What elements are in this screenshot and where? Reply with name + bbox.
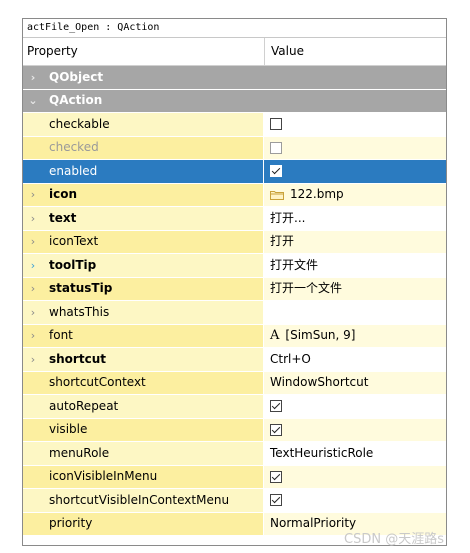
property-row-icon[interactable]: › icon 122.bmp xyxy=(23,183,446,207)
autorepeat-checkbox[interactable] xyxy=(270,400,282,413)
property-name: iconText xyxy=(49,234,99,249)
object-name-bar: actFile_Open : QAction xyxy=(23,19,446,38)
property-row-checked[interactable]: checked xyxy=(23,136,446,160)
property-header: Property Value xyxy=(23,38,446,66)
property-row-autorepeat[interactable]: autoRepeat xyxy=(23,395,446,419)
group-label: QObject xyxy=(49,69,104,84)
chevron-right-icon[interactable]: › xyxy=(23,324,43,347)
property-value[interactable]: Ctrl+O xyxy=(270,348,311,371)
checked-checkbox xyxy=(270,141,282,154)
font-icon: A xyxy=(270,328,280,344)
property-name: checked xyxy=(49,140,99,155)
chevron-right-icon[interactable]: › xyxy=(23,301,43,324)
checkable-checkbox[interactable] xyxy=(270,118,282,131)
property-row-shortcutvisibleincontextmenu[interactable]: shortcutVisibleInContextMenu xyxy=(23,489,446,513)
chevron-right-icon[interactable]: › xyxy=(23,348,43,371)
property-name: shortcutVisibleInContextMenu xyxy=(49,492,230,507)
property-name: shortcutContext xyxy=(49,375,146,390)
chevron-right-icon[interactable]: › xyxy=(23,277,43,300)
chevron-right-icon[interactable]: › xyxy=(23,207,43,230)
chevron-right-icon[interactable]: › xyxy=(23,230,43,253)
property-row-shortcutcontext[interactable]: shortcutContext WindowShortcut xyxy=(23,371,446,395)
property-name: toolTip xyxy=(49,257,97,272)
property-editor: actFile_Open : QAction Property Value › … xyxy=(22,18,447,546)
property-row-checkable[interactable]: checkable xyxy=(23,113,446,137)
property-name: font xyxy=(49,328,73,343)
property-row-whatsthis[interactable]: › whatsThis xyxy=(23,301,446,325)
property-row-icontext[interactable]: › iconText 打开 xyxy=(23,230,446,254)
property-name: text xyxy=(49,210,77,225)
property-row-statustip[interactable]: › statusTip 打开一个文件 xyxy=(23,277,446,301)
chevron-right-icon[interactable]: › xyxy=(23,66,43,89)
chevron-right-icon[interactable]: › xyxy=(23,254,43,277)
property-name: priority xyxy=(49,516,93,531)
property-name: whatsThis xyxy=(49,304,110,319)
property-row-iconvisibleinmenu[interactable]: iconVisibleInMenu xyxy=(23,465,446,489)
property-column-header[interactable]: Property xyxy=(23,38,265,65)
value-column-header[interactable]: Value xyxy=(265,38,446,65)
property-name: enabled xyxy=(49,163,98,178)
group-qobject[interactable]: › QObject xyxy=(23,66,446,90)
group-label: QAction xyxy=(49,93,103,108)
property-row-tooltip[interactable]: › toolTip 打开文件 xyxy=(23,254,446,278)
property-name: icon xyxy=(49,187,78,202)
property-name: iconVisibleInMenu xyxy=(49,469,158,484)
visible-checkbox[interactable] xyxy=(270,423,282,436)
group-qaction[interactable]: ⌄ QAction xyxy=(23,89,446,113)
property-name: menuRole xyxy=(49,445,110,460)
property-value[interactable]: 打开... xyxy=(270,207,305,230)
property-name: statusTip xyxy=(49,281,113,296)
property-row-shortcut[interactable]: › shortcut Ctrl+O xyxy=(23,348,446,372)
property-row-enabled[interactable]: enabled xyxy=(23,160,446,184)
property-row-text[interactable]: › text 打开... xyxy=(23,207,446,231)
property-value[interactable]: [SimSun, 9] xyxy=(285,324,355,347)
property-name: visible xyxy=(49,422,88,437)
property-value: 122.bmp xyxy=(290,187,344,202)
property-row-visible[interactable]: visible xyxy=(23,418,446,442)
property-name: autoRepeat xyxy=(49,398,119,413)
property-value[interactable]: 打开一个文件 xyxy=(270,277,342,300)
watermark: CSDN @天涯路s xyxy=(344,532,444,547)
chevron-down-icon[interactable]: ⌄ xyxy=(23,89,43,112)
property-row-menurole[interactable]: menuRole TextHeuristicRole xyxy=(23,442,446,466)
chevron-right-icon[interactable]: › xyxy=(23,183,43,206)
property-value[interactable]: TextHeuristicRole xyxy=(270,442,373,465)
property-value[interactable]: 打开文件 xyxy=(270,254,318,277)
shortcutvisibleincontextmenu-checkbox[interactable] xyxy=(270,494,282,507)
property-value[interactable]: WindowShortcut xyxy=(270,371,368,394)
property-value[interactable]: 打开 xyxy=(270,230,294,253)
property-name: shortcut xyxy=(49,351,106,366)
enabled-checkbox[interactable] xyxy=(270,165,282,178)
property-row-font[interactable]: › font A [SimSun, 9] xyxy=(23,324,446,348)
iconvisibleinmenu-checkbox[interactable] xyxy=(270,470,282,483)
property-name: checkable xyxy=(49,116,110,131)
folder-icon xyxy=(270,190,284,200)
